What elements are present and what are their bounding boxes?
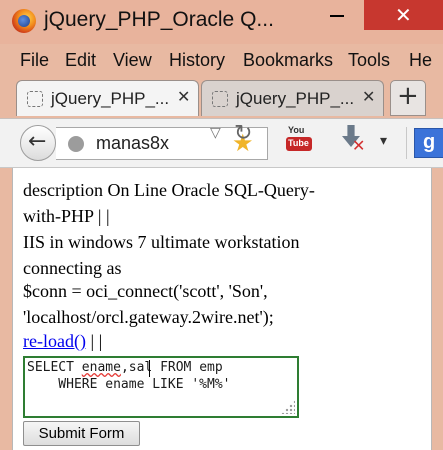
- title-bar: jQuery_PHP_Oracle Q... ✕: [0, 0, 443, 44]
- menu-bar: File Edit View History Bookmarks Tools H…: [0, 45, 443, 77]
- tab-label: jQuery_PHP_...: [51, 89, 170, 108]
- url-history-dropdown-icon[interactable]: ▽: [210, 125, 221, 141]
- text-line: $conn = oci_connect('scott', 'Son',: [23, 281, 268, 301]
- text-line: 'localhost/orcl.gateway.2wire.net');: [23, 307, 274, 327]
- globe-icon: [68, 136, 84, 152]
- search-engine-icon[interactable]: g: [414, 128, 443, 158]
- tab-label: jQuery_PHP_...: [236, 89, 355, 108]
- menu-history[interactable]: History: [169, 50, 225, 71]
- plus-icon: +: [397, 81, 419, 111]
- text-line: description On Line Oracle SQL-Query-: [23, 180, 315, 200]
- text-cursor: [149, 360, 150, 377]
- menu-help[interactable]: He: [409, 50, 432, 71]
- text-line: connecting as: [23, 258, 122, 278]
- download-blocked-icon[interactable]: ✕: [339, 125, 365, 155]
- sql-query-textarea[interactable]: SELECT ename,sal FROM emp WHERE ename LI…: [23, 356, 299, 418]
- close-icon: ✕: [395, 3, 412, 27]
- downloads-dropdown-icon[interactable]: ▾: [380, 133, 387, 149]
- menu-bookmarks[interactable]: Bookmarks: [243, 50, 333, 71]
- window-title: jQuery_PHP_Oracle Q...: [44, 8, 274, 31]
- firefox-icon: [12, 9, 36, 33]
- menu-tools[interactable]: Tools: [348, 50, 390, 71]
- submit-form-button[interactable]: Submit Form: [23, 421, 140, 446]
- sql-line-2: WHERE ename LIKE '%M%': [27, 377, 231, 392]
- reload-line: re-load() | |: [23, 331, 102, 352]
- toolbar-divider: [406, 127, 407, 159]
- navigation-toolbar: manas8x ★ ← ▽ ↻ You Tube ✕ ▾ g: [0, 118, 443, 168]
- youtube-icon-box: Tube: [286, 137, 312, 151]
- back-arrow-icon: ←: [28, 129, 47, 154]
- url-text: manas8x: [96, 133, 170, 153]
- page-content: description On Line Oracle SQL-Query- wi…: [12, 168, 432, 450]
- reload-icon[interactable]: ↻: [234, 121, 252, 146]
- resize-grip-icon[interactable]: [281, 400, 295, 414]
- minimize-button[interactable]: [316, 0, 360, 30]
- menu-edit[interactable]: Edit: [65, 50, 96, 71]
- tab-strip: jQuery_PHP_... ✕ jQuery_PHP_... ✕ +: [0, 78, 443, 118]
- close-window-button[interactable]: ✕: [364, 0, 443, 30]
- new-tab-button[interactable]: +: [390, 80, 426, 116]
- misspelled-word: ename: [81, 360, 121, 375]
- menu-file[interactable]: File: [20, 50, 49, 71]
- tab-1[interactable]: jQuery_PHP_... ✕: [16, 80, 199, 116]
- tab-2[interactable]: jQuery_PHP_... ✕: [201, 80, 384, 116]
- reload-suffix: | |: [85, 331, 103, 351]
- reload-link[interactable]: re-load(): [23, 331, 86, 351]
- page-favicon-icon: [212, 91, 228, 107]
- minimize-icon: [330, 15, 344, 17]
- back-button[interactable]: ←: [20, 125, 56, 161]
- tab-close-icon[interactable]: ✕: [177, 87, 190, 106]
- text-line: IIS in windows 7 ultimate workstation: [23, 232, 300, 252]
- page-favicon-icon: [27, 91, 43, 107]
- menu-view[interactable]: View: [113, 50, 152, 71]
- text-line: with-PHP | |: [23, 206, 110, 226]
- sql-line-1: SELECT ename,sal FROM emp: [27, 360, 223, 375]
- blocked-x-icon: ✕: [352, 136, 366, 155]
- youtube-icon[interactable]: You Tube: [286, 125, 312, 155]
- tab-close-icon[interactable]: ✕: [362, 87, 375, 106]
- youtube-icon-top-text: You: [288, 125, 305, 135]
